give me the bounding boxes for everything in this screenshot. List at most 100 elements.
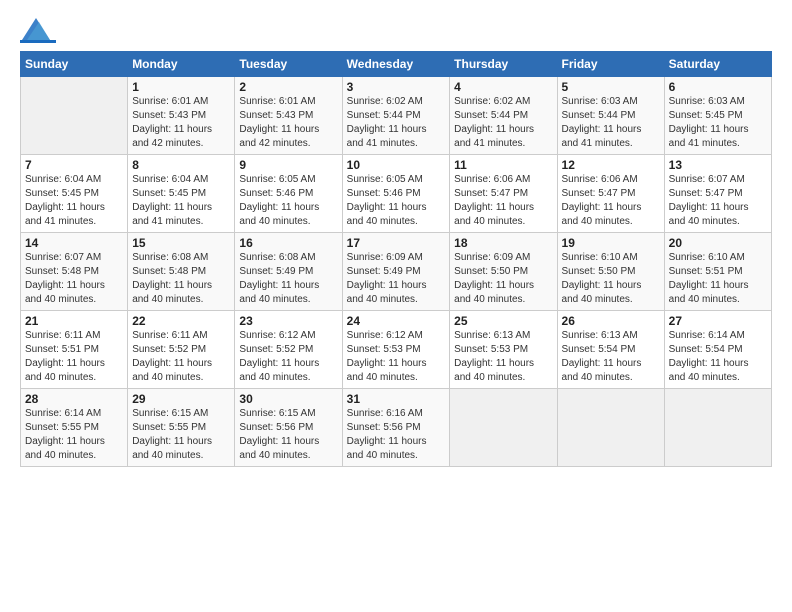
- day-info: Sunrise: 6:10 AMSunset: 5:51 PMDaylight:…: [669, 251, 767, 307]
- day-number: 8: [132, 158, 230, 172]
- day-info: Sunrise: 6:08 AMSunset: 5:48 PMDaylight:…: [132, 251, 230, 307]
- day-number: 21: [25, 314, 123, 328]
- day-info: Sunrise: 6:12 AMSunset: 5:53 PMDaylight:…: [347, 329, 446, 385]
- day-number: 24: [347, 314, 446, 328]
- day-number: 25: [454, 314, 552, 328]
- day-number: 27: [669, 314, 767, 328]
- calendar-cell: 18Sunrise: 6:09 AMSunset: 5:50 PMDayligh…: [450, 233, 557, 311]
- calendar-cell: 25Sunrise: 6:13 AMSunset: 5:53 PMDayligh…: [450, 311, 557, 389]
- day-number: 26: [562, 314, 660, 328]
- day-info: Sunrise: 6:09 AMSunset: 5:50 PMDaylight:…: [454, 251, 552, 307]
- calendar-cell: 17Sunrise: 6:09 AMSunset: 5:49 PMDayligh…: [342, 233, 450, 311]
- calendar-cell: 26Sunrise: 6:13 AMSunset: 5:54 PMDayligh…: [557, 311, 664, 389]
- calendar-cell: 2Sunrise: 6:01 AMSunset: 5:43 PMDaylight…: [235, 77, 342, 155]
- day-number: 19: [562, 236, 660, 250]
- calendar-cell: 13Sunrise: 6:07 AMSunset: 5:47 PMDayligh…: [664, 155, 771, 233]
- day-info: Sunrise: 6:01 AMSunset: 5:43 PMDaylight:…: [132, 95, 230, 151]
- day-number: 5: [562, 80, 660, 94]
- calendar-cell: 9Sunrise: 6:05 AMSunset: 5:46 PMDaylight…: [235, 155, 342, 233]
- day-number: 14: [25, 236, 123, 250]
- day-info: Sunrise: 6:04 AMSunset: 5:45 PMDaylight:…: [132, 173, 230, 229]
- day-info: Sunrise: 6:07 AMSunset: 5:47 PMDaylight:…: [669, 173, 767, 229]
- day-number: 17: [347, 236, 446, 250]
- calendar-cell: 8Sunrise: 6:04 AMSunset: 5:45 PMDaylight…: [128, 155, 235, 233]
- day-info: Sunrise: 6:11 AMSunset: 5:51 PMDaylight:…: [25, 329, 123, 385]
- calendar-cell: 7Sunrise: 6:04 AMSunset: 5:45 PMDaylight…: [21, 155, 128, 233]
- day-number: 10: [347, 158, 446, 172]
- calendar-cell: [557, 389, 664, 467]
- day-number: 11: [454, 158, 552, 172]
- day-info: Sunrise: 6:15 AMSunset: 5:55 PMDaylight:…: [132, 407, 230, 463]
- day-info: Sunrise: 6:06 AMSunset: 5:47 PMDaylight:…: [454, 173, 552, 229]
- day-number: 22: [132, 314, 230, 328]
- day-info: Sunrise: 6:12 AMSunset: 5:52 PMDaylight:…: [239, 329, 337, 385]
- day-number: 31: [347, 392, 446, 406]
- day-number: 18: [454, 236, 552, 250]
- day-info: Sunrise: 6:08 AMSunset: 5:49 PMDaylight:…: [239, 251, 337, 307]
- calendar-cell: 15Sunrise: 6:08 AMSunset: 5:48 PMDayligh…: [128, 233, 235, 311]
- calendar-cell: 14Sunrise: 6:07 AMSunset: 5:48 PMDayligh…: [21, 233, 128, 311]
- logo-icon: [22, 18, 50, 40]
- day-number: 13: [669, 158, 767, 172]
- day-number: 1: [132, 80, 230, 94]
- day-number: 3: [347, 80, 446, 94]
- day-info: Sunrise: 6:03 AMSunset: 5:44 PMDaylight:…: [562, 95, 660, 151]
- day-number: 16: [239, 236, 337, 250]
- day-info: Sunrise: 6:05 AMSunset: 5:46 PMDaylight:…: [239, 173, 337, 229]
- day-info: Sunrise: 6:02 AMSunset: 5:44 PMDaylight:…: [347, 95, 446, 151]
- day-info: Sunrise: 6:01 AMSunset: 5:43 PMDaylight:…: [239, 95, 337, 151]
- day-info: Sunrise: 6:04 AMSunset: 5:45 PMDaylight:…: [25, 173, 123, 229]
- day-info: Sunrise: 6:09 AMSunset: 5:49 PMDaylight:…: [347, 251, 446, 307]
- day-info: Sunrise: 6:03 AMSunset: 5:45 PMDaylight:…: [669, 95, 767, 151]
- calendar-cell: [450, 389, 557, 467]
- day-number: 29: [132, 392, 230, 406]
- day-number: 6: [669, 80, 767, 94]
- day-header-saturday: Saturday: [664, 52, 771, 77]
- calendar-cell: 11Sunrise: 6:06 AMSunset: 5:47 PMDayligh…: [450, 155, 557, 233]
- day-header-sunday: Sunday: [21, 52, 128, 77]
- day-number: 23: [239, 314, 337, 328]
- day-number: 30: [239, 392, 337, 406]
- day-number: 7: [25, 158, 123, 172]
- day-number: 2: [239, 80, 337, 94]
- calendar-cell: 5Sunrise: 6:03 AMSunset: 5:44 PMDaylight…: [557, 77, 664, 155]
- calendar-cell: 30Sunrise: 6:15 AMSunset: 5:56 PMDayligh…: [235, 389, 342, 467]
- calendar-cell: [664, 389, 771, 467]
- day-info: Sunrise: 6:13 AMSunset: 5:54 PMDaylight:…: [562, 329, 660, 385]
- day-info: Sunrise: 6:07 AMSunset: 5:48 PMDaylight:…: [25, 251, 123, 307]
- day-info: Sunrise: 6:15 AMSunset: 5:56 PMDaylight:…: [239, 407, 337, 463]
- day-header-wednesday: Wednesday: [342, 52, 450, 77]
- calendar-cell: 19Sunrise: 6:10 AMSunset: 5:50 PMDayligh…: [557, 233, 664, 311]
- logo: [20, 18, 60, 43]
- calendar-cell: 4Sunrise: 6:02 AMSunset: 5:44 PMDaylight…: [450, 77, 557, 155]
- calendar-cell: 27Sunrise: 6:14 AMSunset: 5:54 PMDayligh…: [664, 311, 771, 389]
- day-info: Sunrise: 6:14 AMSunset: 5:54 PMDaylight:…: [669, 329, 767, 385]
- day-info: Sunrise: 6:13 AMSunset: 5:53 PMDaylight:…: [454, 329, 552, 385]
- calendar-cell: 12Sunrise: 6:06 AMSunset: 5:47 PMDayligh…: [557, 155, 664, 233]
- calendar-cell: 22Sunrise: 6:11 AMSunset: 5:52 PMDayligh…: [128, 311, 235, 389]
- day-header-monday: Monday: [128, 52, 235, 77]
- calendar-cell: 16Sunrise: 6:08 AMSunset: 5:49 PMDayligh…: [235, 233, 342, 311]
- calendar-cell: [21, 77, 128, 155]
- day-info: Sunrise: 6:06 AMSunset: 5:47 PMDaylight:…: [562, 173, 660, 229]
- day-header-tuesday: Tuesday: [235, 52, 342, 77]
- calendar-cell: 21Sunrise: 6:11 AMSunset: 5:51 PMDayligh…: [21, 311, 128, 389]
- day-info: Sunrise: 6:02 AMSunset: 5:44 PMDaylight:…: [454, 95, 552, 151]
- calendar-cell: 6Sunrise: 6:03 AMSunset: 5:45 PMDaylight…: [664, 77, 771, 155]
- calendar-cell: 10Sunrise: 6:05 AMSunset: 5:46 PMDayligh…: [342, 155, 450, 233]
- calendar-cell: 28Sunrise: 6:14 AMSunset: 5:55 PMDayligh…: [21, 389, 128, 467]
- day-number: 28: [25, 392, 123, 406]
- calendar-cell: 31Sunrise: 6:16 AMSunset: 5:56 PMDayligh…: [342, 389, 450, 467]
- day-number: 20: [669, 236, 767, 250]
- calendar-cell: 3Sunrise: 6:02 AMSunset: 5:44 PMDaylight…: [342, 77, 450, 155]
- day-info: Sunrise: 6:05 AMSunset: 5:46 PMDaylight:…: [347, 173, 446, 229]
- day-info: Sunrise: 6:10 AMSunset: 5:50 PMDaylight:…: [562, 251, 660, 307]
- calendar-cell: 29Sunrise: 6:15 AMSunset: 5:55 PMDayligh…: [128, 389, 235, 467]
- day-number: 4: [454, 80, 552, 94]
- day-info: Sunrise: 6:16 AMSunset: 5:56 PMDaylight:…: [347, 407, 446, 463]
- day-number: 9: [239, 158, 337, 172]
- day-info: Sunrise: 6:14 AMSunset: 5:55 PMDaylight:…: [25, 407, 123, 463]
- day-header-friday: Friday: [557, 52, 664, 77]
- day-header-thursday: Thursday: [450, 52, 557, 77]
- day-info: Sunrise: 6:11 AMSunset: 5:52 PMDaylight:…: [132, 329, 230, 385]
